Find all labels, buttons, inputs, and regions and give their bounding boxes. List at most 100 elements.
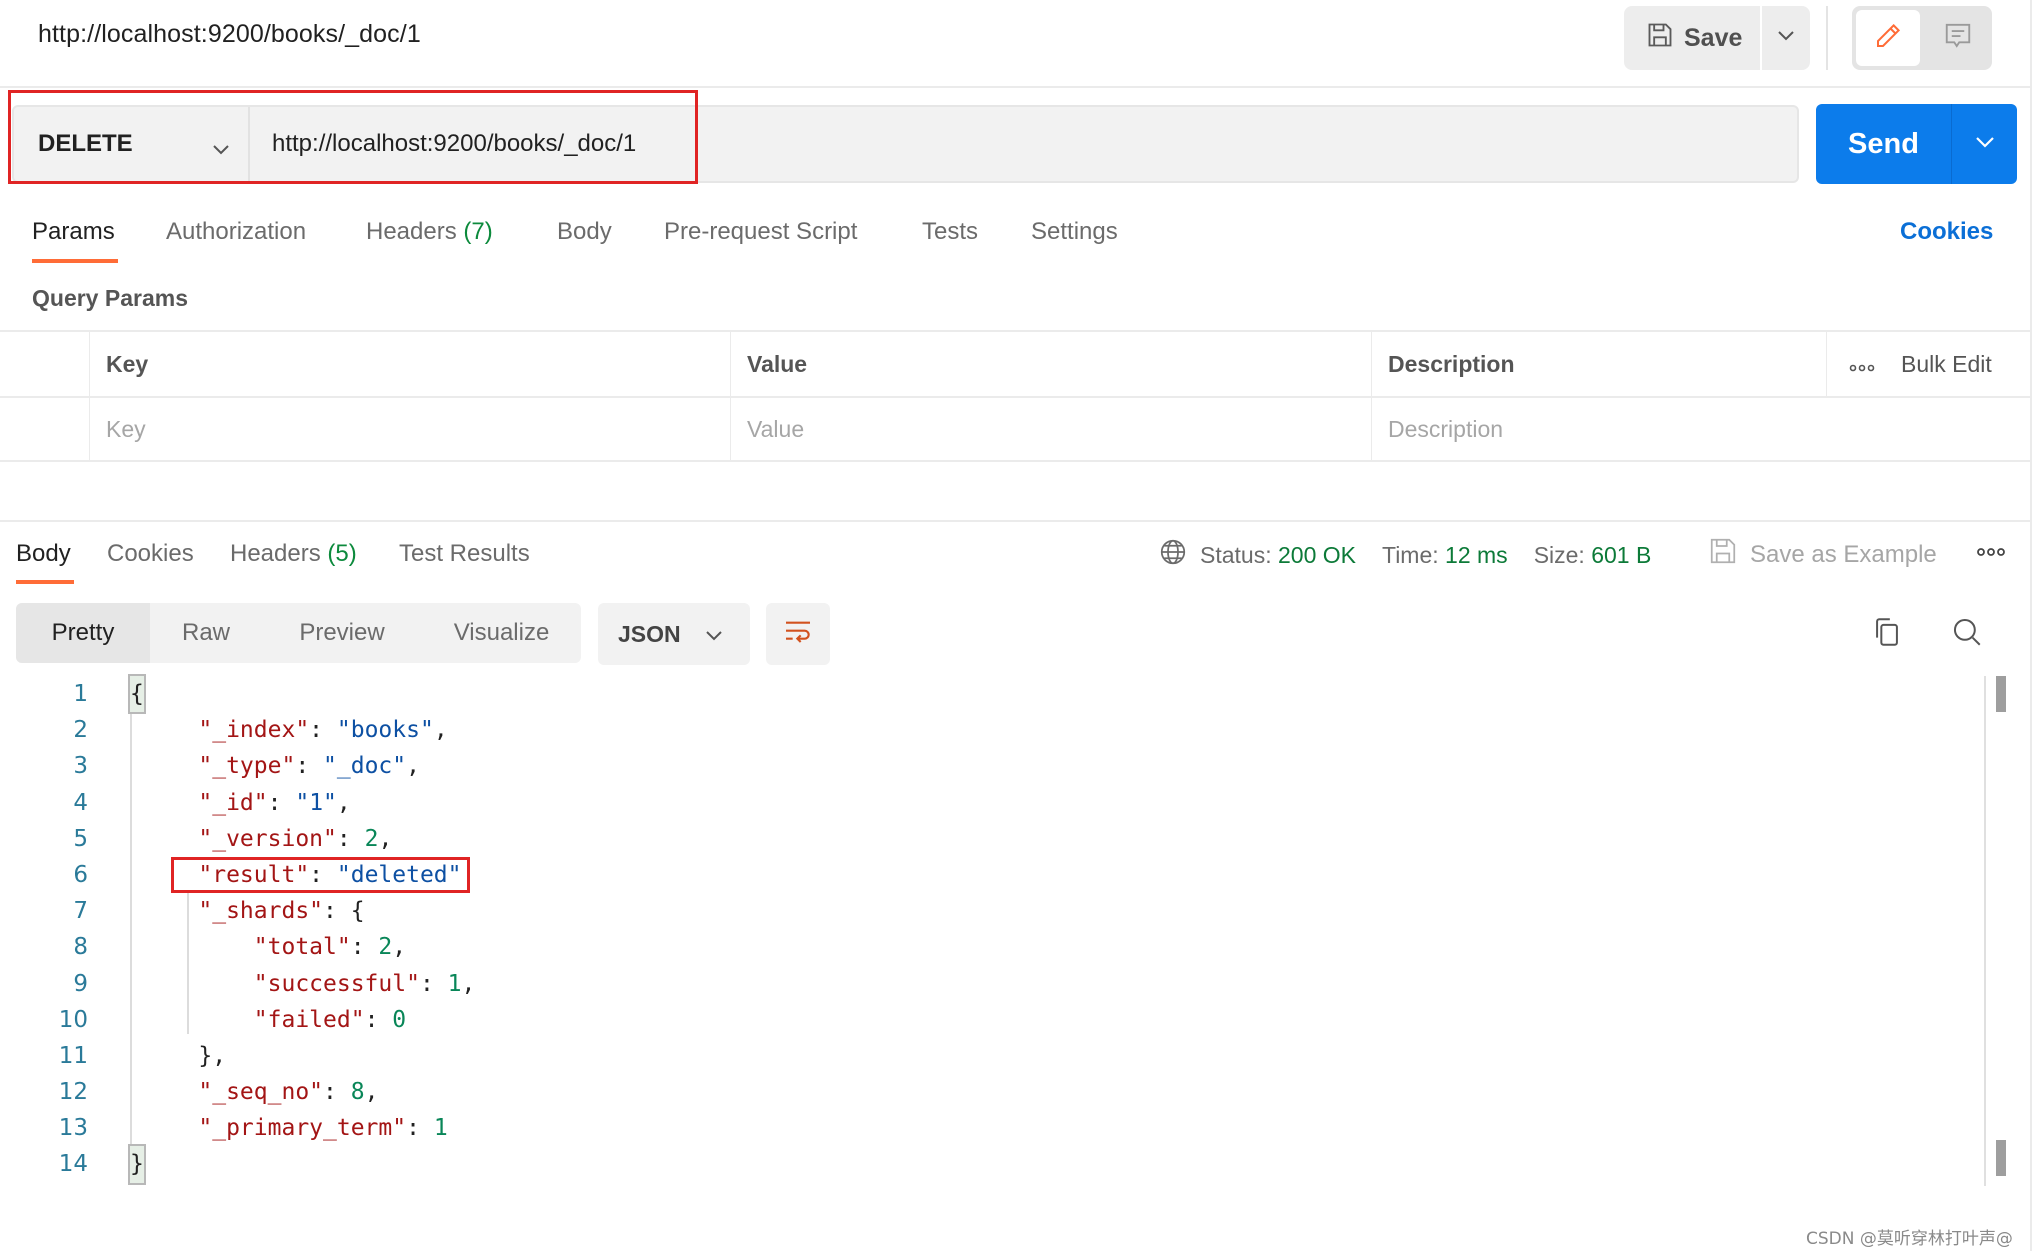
punctuation: : <box>323 898 351 925</box>
punctuation: : <box>309 717 337 744</box>
table-row: Key Value Description <box>0 396 2030 462</box>
response-tab-test-results[interactable]: Test Results <box>399 540 530 568</box>
tab-authorization[interactable]: Authorization <box>166 218 306 246</box>
annotation-highlight-box <box>8 90 698 184</box>
active-tab-indicator <box>32 259 118 263</box>
panel-edge <box>2030 0 2032 1251</box>
punctuation: : <box>336 825 365 852</box>
save-button[interactable]: Save <box>1624 6 1760 70</box>
request-title: http://localhost:9200/books/_doc/1 <box>38 20 421 48</box>
punctuation: : <box>295 753 324 780</box>
watermark: CSDN @莫听穿林打叶声@ <box>1806 1229 2013 1249</box>
tab-pre-request-script[interactable]: Pre-request Script <box>664 218 857 246</box>
punctuation: : <box>350 934 379 961</box>
scrollbar-track <box>1984 676 1986 1186</box>
code-text: } <box>128 1144 146 1185</box>
cookies-link[interactable]: Cookies <box>1900 218 1993 246</box>
view-pretty[interactable]: Pretty <box>16 603 150 663</box>
params-table: Key Value Description Bulk Edit Key Valu… <box>0 330 2030 462</box>
wrap-lines-button[interactable] <box>766 603 830 665</box>
bulk-edit-area: Bulk Edit <box>1826 332 2030 396</box>
status-value: 200 OK <box>1278 541 1356 568</box>
response-tab-headers[interactable]: Headers (5) <box>230 540 357 568</box>
comment-icon <box>1943 21 1973 56</box>
line-number: 1 <box>73 681 88 707</box>
save-options-button[interactable] <box>1762 6 1810 70</box>
more-options-icon[interactable] <box>1849 351 1875 378</box>
scrollbar-thumb[interactable] <box>1996 676 2006 712</box>
brace: }, <box>198 1042 227 1069</box>
edit-mode-button[interactable] <box>1856 10 1920 66</box>
line-number: 9 <box>73 970 88 997</box>
tab-label: Headers <box>230 540 321 567</box>
tab-label: Body <box>16 540 71 567</box>
code-line: 14} <box>0 1144 1980 1185</box>
response-tab-body[interactable]: Body <box>16 540 71 568</box>
query-params-title: Query Params <box>32 285 188 311</box>
response-code-editor[interactable]: 1{2 "_index": "books", 3 "_type": "_doc",… <box>0 673 1980 1185</box>
tab-body[interactable]: Body <box>557 218 612 246</box>
tab-settings[interactable]: Settings <box>1031 218 1118 246</box>
view-raw[interactable]: Raw <box>150 603 262 663</box>
save-as-example-button[interactable]: Save as Example <box>1708 536 1937 573</box>
punctuation: , <box>364 1079 379 1106</box>
column-header-key: Key <box>89 332 730 396</box>
annotation-highlight-box <box>171 857 470 893</box>
scrollbar-thumb[interactable] <box>1996 1140 2006 1176</box>
tab-tests[interactable]: Tests <box>922 218 978 246</box>
description-placeholder: Description <box>1388 415 1504 442</box>
more-options-icon[interactable] <box>1976 544 2006 562</box>
save-button-group: Save <box>1624 6 1810 70</box>
copy-icon[interactable] <box>1870 615 1904 654</box>
headers-count: (7) <box>463 218 493 245</box>
chevron-down-icon <box>1777 29 1795 47</box>
line-number: 11 <box>58 1042 88 1069</box>
punctuation: , <box>378 825 393 852</box>
line-number: 4 <box>73 789 88 816</box>
status-label: Status: <box>1200 541 1272 568</box>
pencil-icon <box>1873 21 1903 56</box>
value-cell[interactable]: Value <box>730 398 1371 460</box>
comment-mode-button[interactable] <box>1928 10 1988 66</box>
send-options-button[interactable] <box>1952 104 2017 184</box>
code-line: 9 "successful": 1, <box>0 966 1980 1002</box>
json-key: "_shards" <box>198 898 324 925</box>
code-line: 13 "_primary_term": 1 <box>0 1110 1980 1146</box>
header-separator <box>1826 6 1828 70</box>
code-text: "_version": 2, <box>143 821 392 857</box>
json-key: "total" <box>253 934 351 961</box>
time-readout[interactable]: Time: 12 ms <box>1382 542 1508 569</box>
line-number: 10 <box>58 1006 88 1033</box>
view-visualize[interactable]: Visualize <box>422 603 581 663</box>
code-text: "_type": "_doc", <box>143 748 420 784</box>
header-text: Key <box>106 350 149 377</box>
send-button[interactable]: Send <box>1816 104 1952 184</box>
json-string: "books" <box>336 717 434 744</box>
json-key: "failed" <box>253 1006 365 1033</box>
search-icon[interactable] <box>1950 615 1984 654</box>
line-number: 3 <box>73 753 88 780</box>
tab-params[interactable]: Params <box>32 218 115 246</box>
code-line: 7 "_shards": { <box>0 893 1980 929</box>
code-text: "_shards": { <box>143 893 364 929</box>
code-line: 11 }, <box>0 1038 1980 1074</box>
value-placeholder: Value <box>747 415 805 442</box>
code-line: 10 "failed": 0 <box>0 1002 1980 1038</box>
size-readout[interactable]: Size: 601 B <box>1534 542 1652 569</box>
response-tab-cookies[interactable]: Cookies <box>107 540 194 568</box>
time-label: Time: <box>1382 541 1439 568</box>
status-readout[interactable]: Status: 200 OK <box>1200 542 1356 569</box>
json-key: "_primary_term" <box>198 1115 407 1142</box>
format-select[interactable]: JSON <box>598 603 750 665</box>
format-value: JSON <box>618 620 681 647</box>
key-cell[interactable]: Key <box>89 398 730 460</box>
bulk-edit-button[interactable]: Bulk Edit <box>1901 351 1992 378</box>
description-cell[interactable]: Description <box>1371 398 2030 460</box>
punctuation: , <box>461 970 476 997</box>
tab-headers[interactable]: Headers (7) <box>366 218 493 246</box>
globe-icon[interactable] <box>1158 537 1188 573</box>
code-text: "successful": 1, <box>143 966 476 1002</box>
view-preview[interactable]: Preview <box>262 603 422 663</box>
wrap-lines-icon <box>782 616 814 653</box>
code-line: 5 "_version": 2, <box>0 821 1980 857</box>
